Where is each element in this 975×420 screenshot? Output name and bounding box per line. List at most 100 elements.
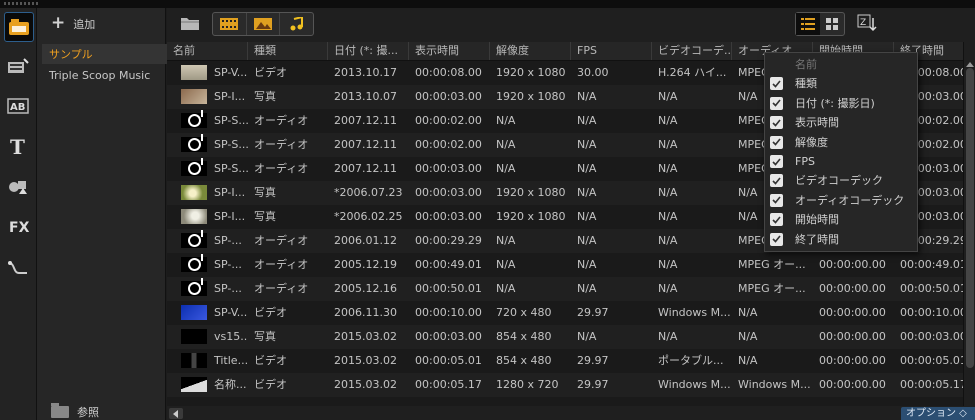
audio-thumbnail-icon	[181, 254, 207, 272]
music-note-icon	[187, 110, 203, 127]
media-thumbnail	[181, 329, 207, 344]
cell-type: オーディオ	[254, 138, 309, 151]
instant-project-icon[interactable]	[4, 52, 32, 80]
menu-item-label: 終了時間	[795, 232, 839, 246]
menu-item-label: 名前	[795, 58, 817, 71]
cell-date: *2006.07.23	[334, 186, 403, 199]
audio-thumbnail-icon	[181, 134, 207, 152]
menu-item-column[interactable]: 開始時間	[765, 210, 917, 229]
menu-item-column[interactable]: ビデオコーデック	[765, 171, 917, 190]
cell-duration: 00:00:03.00	[415, 162, 482, 175]
col-header-fps[interactable]: FPS	[571, 42, 652, 60]
music-note-icon	[187, 158, 203, 175]
cell-acodec: MPEG オー...	[738, 282, 806, 295]
table-row[interactable]: Title... ビデオ 2015.03.02 00:00:05.01 854 x 48…	[167, 349, 963, 373]
view-toggle	[795, 12, 845, 36]
scroll-left-icon[interactable]	[169, 408, 183, 419]
cell-vcodec: Windows M...	[658, 306, 731, 319]
cell-start: 00:00:00.00	[819, 306, 886, 319]
graphics-icon[interactable]	[4, 172, 32, 200]
cell-name: SP-S...	[214, 138, 248, 151]
menu-item-column[interactable]: 種類	[765, 74, 917, 93]
col-header-name[interactable]: 名前	[167, 42, 248, 60]
table-row[interactable]: vs15... 写真 2015.03.02 00:00:03.00 854 x 480 N…	[167, 325, 963, 349]
cell-type: 写真	[254, 186, 276, 199]
photo-filter-icon[interactable]	[247, 13, 281, 35]
cell-res: N/A	[496, 258, 516, 271]
cell-fps: N/A	[577, 162, 597, 175]
cell-vcodec: N/A	[658, 138, 678, 151]
menu-item-column[interactable]: オーディオコーデック	[765, 191, 917, 210]
media-library-icon[interactable]	[4, 12, 34, 42]
col-header-date[interactable]: 日付 (*: 撮...	[328, 42, 409, 60]
vertical-scrollbar[interactable]	[963, 42, 975, 406]
audio-filter-icon[interactable]	[280, 13, 313, 35]
col-header-duration[interactable]: 表示時間	[409, 42, 490, 60]
checkmark-icon	[770, 135, 783, 149]
cell-type: 写真	[254, 210, 276, 223]
add-library-button[interactable]: + 追加	[51, 15, 95, 32]
folder-icon[interactable]	[177, 12, 203, 34]
scroll-up-icon[interactable]	[966, 62, 974, 67]
options-button[interactable]: オプション ◇	[901, 407, 975, 420]
cell-end: 00:00:05.17	[900, 378, 963, 391]
sort-icon[interactable]: Z	[855, 12, 879, 34]
music-note-icon	[187, 278, 203, 295]
table-row[interactable]: SP-... オーディオ 2005.12.16 00:00:50.01 N/A N/A N/…	[167, 277, 963, 301]
cell-fps: 29.97	[577, 378, 609, 391]
menu-item-column[interactable]: 終了時間	[765, 230, 917, 249]
title-icon[interactable]: AB	[4, 92, 32, 120]
cell-res: 1920 x 1080	[496, 90, 566, 103]
menu-item-label: 表示時間	[795, 116, 839, 130]
browse-label: 参照	[77, 406, 99, 419]
add-label: 追加	[73, 17, 96, 31]
menu-item-column[interactable]: 日付 (*: 撮影日)	[765, 94, 917, 113]
checkmark-icon	[770, 174, 783, 188]
cell-acodec: Windows M...	[738, 378, 811, 391]
menu-item-column[interactable]: FPS	[765, 152, 917, 171]
checkmark-icon	[770, 193, 783, 207]
media-thumbnail	[181, 353, 207, 368]
menu-item-label: 開始時間	[795, 213, 839, 227]
cell-date: 2007.12.11	[334, 162, 397, 175]
cell-fps: N/A	[577, 90, 597, 103]
menu-item-label: 日付 (*: 撮影日)	[795, 96, 875, 110]
col-header-video-codec[interactable]: ビデオコーデ...	[652, 42, 732, 60]
video-filter-icon[interactable]	[213, 13, 247, 35]
table-row[interactable]: 名称... ビデオ 2015.03.02 00:00:05.17 1280 x 720 2…	[167, 373, 963, 397]
cell-duration: 00:00:03.00	[415, 186, 482, 199]
fx-icon[interactable]: FX	[4, 212, 32, 240]
thumbnail-view-icon[interactable]	[820, 13, 844, 35]
table-row[interactable]: SP-... オーディオ 2005.12.19 00:00:49.01 N/A N/A N/…	[167, 253, 963, 277]
cell-duration: 00:00:08.00	[415, 66, 482, 79]
cell-fps: N/A	[577, 114, 597, 127]
cell-fps: N/A	[577, 282, 597, 295]
media-thumbnail	[181, 89, 207, 104]
horizontal-scrollbar[interactable]: オプション ◇	[167, 406, 975, 420]
cell-duration: 00:00:05.01	[415, 354, 482, 367]
svg-text:AB: AB	[10, 102, 25, 113]
menu-item-column[interactable]: 解像度	[765, 133, 917, 152]
cell-date: 2006.01.12	[334, 234, 397, 247]
menu-item-label: 解像度	[795, 135, 828, 149]
cell-date: 2005.12.16	[334, 282, 397, 295]
cell-name: SP-V...	[214, 306, 248, 319]
menu-item-column[interactable]: 表示時間	[765, 113, 917, 132]
browse-button[interactable]: 参照	[51, 403, 99, 420]
svg-text:T: T	[10, 136, 25, 156]
cell-type: ビデオ	[254, 306, 287, 319]
cell-name: SP-I...	[214, 90, 246, 103]
text-icon[interactable]: T	[4, 132, 32, 160]
cell-res: N/A	[496, 234, 516, 247]
list-view-icon[interactable]	[796, 13, 820, 35]
cell-duration: 00:00:02.00	[415, 138, 482, 151]
col-header-resolution[interactable]: 解像度	[490, 42, 571, 60]
table-row[interactable]: SP-V... ビデオ 2006.11.30 00:00:10.00 720 x 480…	[167, 301, 963, 325]
path-icon[interactable]	[4, 254, 32, 282]
scrollbar-thumb[interactable]	[966, 68, 974, 368]
menu-item-label: オーディオコーデック	[795, 193, 905, 207]
cell-acodec: MPEG オー...	[738, 258, 806, 271]
cell-res: 1920 x 1080	[496, 210, 566, 223]
col-header-type[interactable]: 種類	[248, 42, 328, 60]
cell-fps: N/A	[577, 234, 597, 247]
